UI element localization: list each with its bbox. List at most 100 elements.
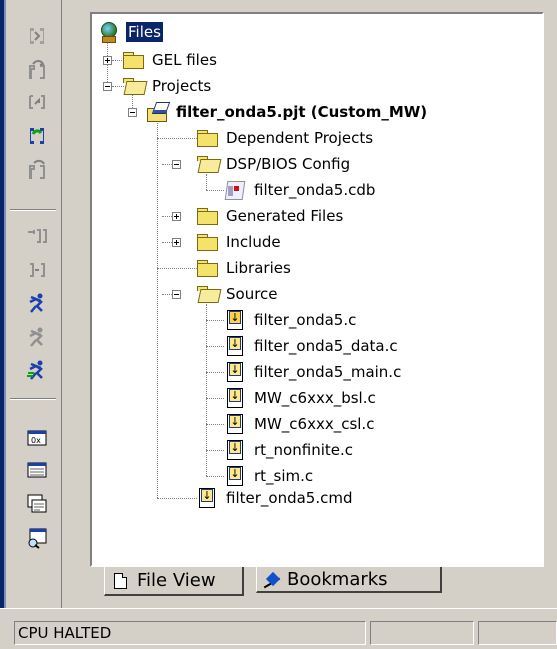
c-source-file-icon <box>224 388 246 408</box>
c-source-file-icon <box>224 414 246 434</box>
tree-item-label: Include <box>226 233 281 251</box>
tree-item-label: filter_onda5.pjt (Custom_MW) <box>176 103 428 121</box>
folder-icon <box>122 50 144 70</box>
expand-gel-toggle[interactable] <box>103 56 112 65</box>
c-source-file-icon <box>224 466 246 486</box>
watch-window-icon <box>28 528 47 549</box>
memory-view-button[interactable]: 0x <box>20 424 54 452</box>
linker-cmd-file-icon <box>196 488 218 508</box>
tree-connector <box>157 120 158 498</box>
tree-item-gel-files[interactable]: GEL files <box>122 48 219 72</box>
tree-item-generated-files[interactable]: Generated Files <box>196 204 345 228</box>
collapse-dspbios-toggle[interactable] <box>172 160 181 169</box>
tree-item-source-file[interactable]: filter_onda5.c <box>224 308 358 332</box>
folder-open-icon <box>122 76 144 96</box>
tree-item-label: filter_onda5_data.c <box>254 337 398 355</box>
assembly-step-into-button[interactable] <box>20 222 54 250</box>
tree-item-label: MW_c6xxx_bsl.c <box>254 389 376 407</box>
folder-icon <box>196 206 218 226</box>
step-asm-button[interactable] <box>20 156 54 184</box>
config-file-icon <box>224 180 246 200</box>
step-into-button[interactable] <box>20 22 54 50</box>
toolbar-divider <box>61 0 62 608</box>
tree-item-source-file[interactable]: MW_c6xxx_csl.c <box>224 412 376 436</box>
halt-button[interactable] <box>20 324 54 352</box>
folder-open-icon <box>196 154 218 174</box>
bookmark-icon <box>263 570 279 588</box>
tree-item-source-file[interactable]: filter_onda5_main.c <box>224 360 403 384</box>
watch-window-button[interactable] <box>20 524 54 552</box>
toolbar-separator <box>10 209 56 211</box>
c-source-file-icon <box>224 310 246 330</box>
tree-connector <box>206 190 224 191</box>
status-pane-2 <box>370 621 474 645</box>
tree-item-label: Dependent Projects <box>226 129 374 147</box>
folder-icon <box>196 232 218 252</box>
tree-connector <box>206 398 224 399</box>
tree-item-label: rt_sim.c <box>254 467 314 485</box>
tab-bookmarks[interactable]: Bookmarks <box>256 567 442 593</box>
assembly-step-icon <box>28 229 47 243</box>
tree-item-label: Files <box>125 21 164 43</box>
disassembly-view-button[interactable] <box>20 490 54 518</box>
folder-icon <box>196 128 218 148</box>
tree-root-files[interactable]: Files <box>98 20 164 44</box>
tree-connector <box>157 268 197 269</box>
run-to-cursor-icon <box>30 128 44 144</box>
file-tree[interactable]: Files GEL files Projects filter_onda5.pj… <box>90 12 544 567</box>
tree-item-cdb-file[interactable]: filter_onda5.cdb <box>224 178 377 202</box>
c-source-file-icon <box>224 336 246 356</box>
tree-item-label: Generated Files <box>226 207 344 225</box>
tree-connector <box>157 138 197 139</box>
tree-item-source-file[interactable]: rt_nonfinite.c <box>224 438 355 462</box>
registers-view-button[interactable] <box>20 456 54 484</box>
tree-item-label: Projects <box>152 77 212 95</box>
tree-item-source-file[interactable]: rt_sim.c <box>224 464 315 488</box>
tab-label: Bookmarks <box>287 568 388 590</box>
project-icon <box>146 102 168 122</box>
folder-open-icon <box>196 284 218 304</box>
tree-item-source[interactable]: Source <box>196 282 280 306</box>
status-cpu-state: CPU HALTED <box>14 621 366 645</box>
step-over-button[interactable] <box>20 56 54 84</box>
tree-item-source-file[interactable]: filter_onda5_data.c <box>224 334 400 358</box>
status-text: CPU HALTED <box>18 624 112 642</box>
tree-item-cmd-file[interactable]: filter_onda5.cmd <box>196 486 354 510</box>
tree-item-projects[interactable]: Projects <box>122 74 213 98</box>
c-source-file-icon <box>224 362 246 382</box>
disassembly-window-icon <box>27 494 47 513</box>
step-into-icon <box>30 28 44 44</box>
tree-item-include[interactable]: Include <box>196 230 283 254</box>
status-bar: CPU HALTED <box>0 608 557 649</box>
collapse-source-toggle[interactable] <box>172 290 181 299</box>
toolbar-edge-shade <box>4 0 6 610</box>
tree-item-source-file[interactable]: MW_c6xxx_bsl.c <box>224 386 378 410</box>
run-button[interactable] <box>20 290 54 318</box>
folder-icon <box>196 258 218 278</box>
tree-item-label: filter_onda5.c <box>254 311 357 329</box>
tree-item-libraries[interactable]: Libraries <box>196 256 293 280</box>
assembly-step-over-button[interactable] <box>20 256 54 284</box>
svg-text:0x: 0x <box>31 436 41 445</box>
page-icon <box>113 572 129 590</box>
run-to-cursor-button[interactable] <box>20 122 54 150</box>
tree-item-project[interactable]: filter_onda5.pjt (Custom_MW) <box>146 100 429 124</box>
tab-file-view[interactable]: File View <box>104 567 244 596</box>
expand-include-toggle[interactable] <box>172 238 181 247</box>
assembly-step-over-icon <box>30 263 45 277</box>
status-pane-3 <box>478 621 557 645</box>
register-window-icon <box>27 462 47 478</box>
toolbar-separator <box>10 398 56 400</box>
tree-connector <box>206 476 224 477</box>
animate-runner-icon <box>27 360 44 380</box>
memory-window-icon: 0x <box>27 430 47 446</box>
collapse-project-toggle[interactable] <box>128 108 137 117</box>
expand-generated-toggle[interactable] <box>172 212 181 221</box>
tree-item-dspbios-config[interactable]: DSP/BIOS Config <box>196 152 352 176</box>
tree-connector <box>206 450 224 451</box>
tree-item-label: DSP/BIOS Config <box>226 155 351 173</box>
collapse-projects-toggle[interactable] <box>103 82 112 91</box>
step-out-button[interactable] <box>20 88 54 116</box>
animate-button[interactable] <box>20 357 54 385</box>
tree-item-dependent-projects[interactable]: Dependent Projects <box>196 126 375 150</box>
